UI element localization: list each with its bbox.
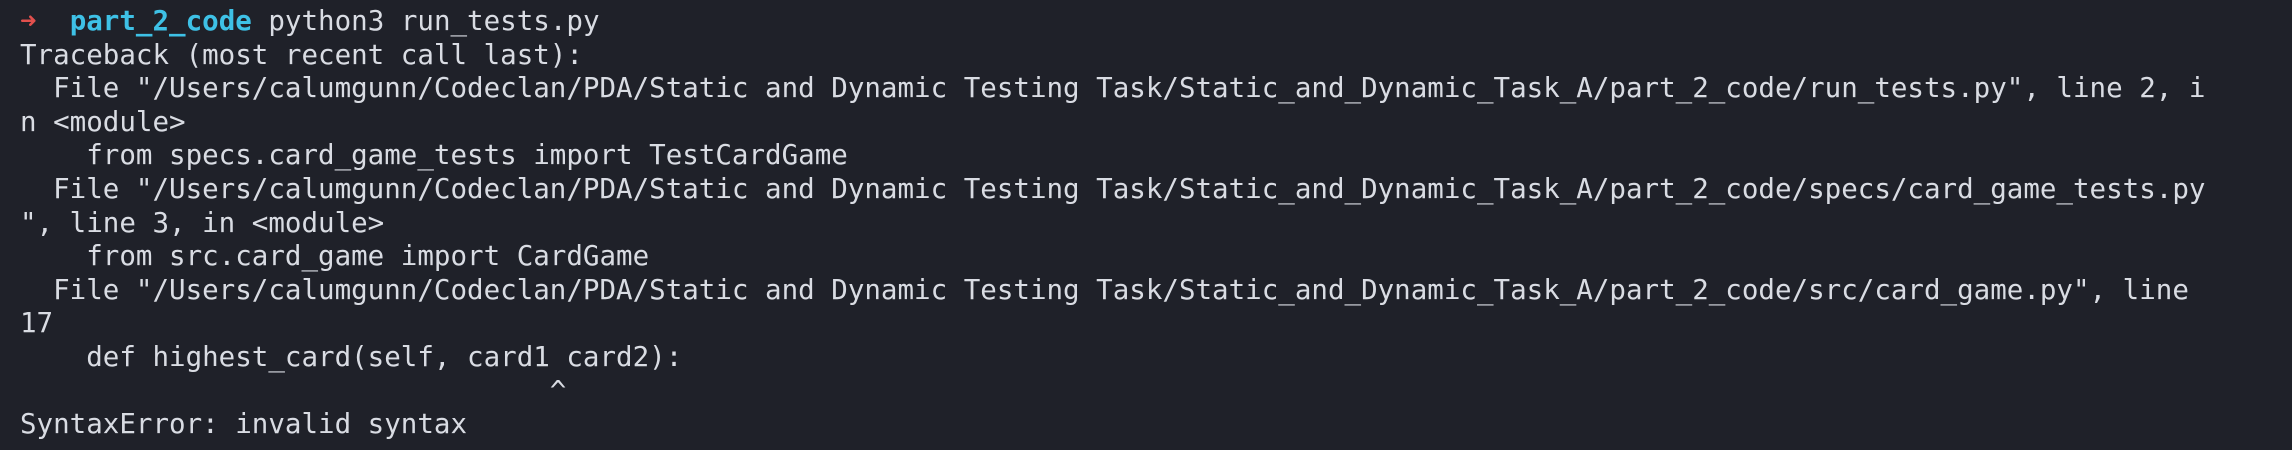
output-line-traceback-header: Traceback (most recent call last): (20, 38, 583, 71)
output-line-import-card-game: from src.card_game import CardGame (20, 240, 650, 273)
prompt-directory: part_2_code (69, 5, 252, 37)
output-line-import-test-card-game: from specs.card_game_tests import TestCa… (20, 139, 848, 172)
prompt-arrow-icon: ➜ (20, 5, 37, 37)
output-line-file-card-game-tests: File "/Users/calumgunn/Codeclan/PDA/Stat… (20, 172, 2206, 205)
output-line-file-run-tests: File "/Users/calumgunn/Codeclan/PDA/Stat… (20, 72, 2206, 105)
command-text: python3 run_tests.py (268, 5, 600, 37)
terminal-window[interactable]: ➜ part_2_code python3 run_tests.py Trace… (0, 0, 2292, 450)
output-line-file-card-game-tests-wrap: ", line 3, in <module> (20, 206, 385, 239)
output-line-syntax-error: SyntaxError: invalid syntax (20, 408, 468, 441)
output-line-file-card-game: File "/Users/calumgunn/Codeclan/PDA/Stat… (20, 273, 2189, 306)
output-line-file-run-tests-wrap: n <module> (20, 105, 186, 138)
output-line-source-code: def highest_card(self, card1 card2): (20, 340, 683, 373)
prompt-line: ➜ part_2_code python3 run_tests.py (20, 5, 2292, 39)
output-line-file-card-game-wrap: 17 (20, 307, 54, 340)
output-line-error-caret: ^ (20, 374, 567, 407)
